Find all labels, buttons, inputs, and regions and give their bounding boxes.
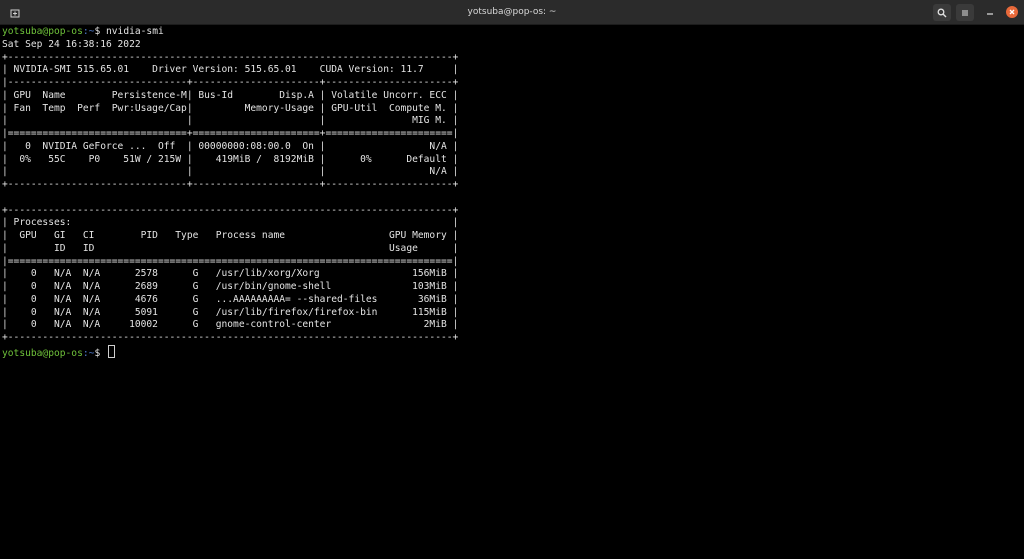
close-button[interactable] [1006, 6, 1018, 18]
output-line: | 0 NVIDIA GeForce ... Off | 00000000:08… [2, 140, 459, 152]
output-line: |=======================================… [2, 255, 459, 267]
output-line: +---------------------------------------… [2, 332, 459, 343]
output-line: +---------------------------------------… [2, 204, 459, 216]
minimize-icon [987, 12, 993, 15]
prompt-user-host: yotsuba@pop-os [2, 26, 83, 37]
prompt-symbol: $ [94, 26, 106, 37]
text-cursor [108, 344, 115, 358]
active-prompt-line[interactable]: yotsuba@pop-os:~$ [2, 344, 1022, 359]
search-icon [937, 8, 947, 17]
output-line: | GPU GI CI PID Type Process name GPU Me… [2, 230, 459, 241]
output-line: | Processes: | [2, 217, 459, 229]
window-title: yotsuba@pop-os: ~ [467, 7, 557, 17]
output-line: | 0 N/A N/A 2578 G /usr/lib/xorg/Xorg 15… [2, 268, 459, 280]
output-line: | 0 N/A N/A 5091 G /usr/lib/firefox/fire… [2, 306, 459, 318]
search-button[interactable] [933, 4, 951, 21]
output-line: | GPU Name Persistence-M| Bus-Id Disp.A … [2, 89, 459, 101]
prompt-symbol: $ [94, 347, 106, 359]
command-text: nvidia-smi [106, 26, 164, 37]
output-line: | 0 N/A N/A 10002 G gnome-control-center… [2, 319, 459, 331]
output-line: | | | N/A | [2, 166, 459, 178]
prompt-user-host: yotsuba@pop-os [2, 347, 83, 359]
prompt-path: :~ [82, 26, 95, 37]
menu-icon [962, 10, 968, 15]
terminal-output[interactable]: yotsuba@pop-os:~$ nvidia-smi Sat Sep 24 … [2, 26, 1022, 556]
output-line: | 0% 55C P0 51W / 215W | 419MiB / 8192Mi… [2, 153, 459, 165]
command-output: Sat Sep 24 16:38:16 2022 +---------------… [2, 39, 1022, 345]
output-line: +---------------------------------------… [2, 51, 459, 63]
command-line: yotsuba@pop-os:~$ nvidia-smi [2, 26, 1022, 39]
output-line: | NVIDIA-SMI 515.65.01 Driver Version: 5… [2, 64, 459, 76]
output-line: Sat Sep 24 16:38:16 2022 [2, 38, 141, 50]
output-line: | 0 N/A N/A 2689 G /usr/bin/gnome-shell … [2, 281, 459, 292]
output-line: | Fan Temp Perf Pwr:Usage/Cap| Memory-Us… [2, 102, 459, 114]
menu-button[interactable] [956, 4, 974, 21]
output-line: | 0 N/A N/A 4676 G ...AAAAAAAAA= --share… [2, 293, 459, 305]
output-line: +-------------------------------+-------… [2, 179, 459, 190]
title-bar: yotsuba@pop-os: ~ [0, 0, 1024, 25]
minimize-button[interactable] [981, 4, 999, 21]
prompt-path: :~ [82, 347, 95, 359]
output-line: | ID ID Usage | [2, 242, 459, 254]
close-icon [1009, 9, 1015, 15]
output-line: |-------------------------------+-------… [2, 77, 459, 88]
output-line: |===============================+=======… [2, 128, 459, 139]
output-line: | | | MIG M. | [2, 115, 459, 127]
